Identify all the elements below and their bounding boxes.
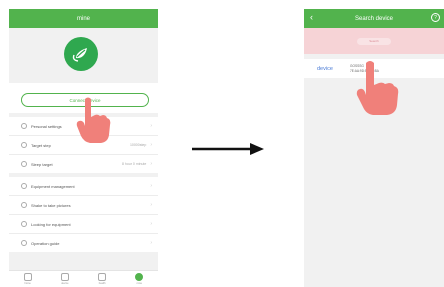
footsteps-icon: [21, 142, 27, 148]
chevron-right-icon: ›: [150, 142, 152, 148]
help-icon[interactable]: ?: [431, 13, 440, 22]
device-row-label: device: [317, 65, 333, 72]
chevron-right-icon: ›: [150, 183, 152, 189]
chevron-right-icon: ›: [150, 123, 152, 129]
app-logo-icon: [64, 37, 98, 71]
search-device-header: ‹ Search device ?: [304, 9, 444, 28]
equipment-row-management[interactable]: Equipment management ›: [9, 177, 158, 196]
chevron-right-icon: ›: [150, 202, 152, 208]
user-icon: [21, 123, 27, 129]
book-icon: [21, 240, 27, 246]
tab-health[interactable]: health: [94, 272, 110, 286]
equipment-group: Equipment management › Shake to take pic…: [9, 177, 158, 252]
person-icon: [135, 273, 144, 281]
tab-label: device: [61, 282, 69, 285]
chevron-right-icon: ›: [150, 221, 152, 227]
camera-icon: [21, 202, 27, 208]
target-step-value: 10000step: [129, 143, 147, 147]
heart-icon: [98, 273, 107, 281]
bottom-tab-bar: home device health mine: [9, 270, 158, 287]
search-icon: [21, 221, 27, 227]
settings-row-label: Sleep target: [31, 161, 53, 167]
moon-icon: [21, 161, 27, 167]
sleep-target-value: 8 hour 0 minute: [122, 162, 147, 166]
tab-label: health: [98, 282, 106, 285]
search-status-text: Search: [369, 39, 379, 43]
equipment-row-guide[interactable]: Operation guide ›: [9, 234, 158, 252]
tab-mine[interactable]: mine: [131, 272, 147, 286]
home-icon: [23, 273, 32, 281]
settings-row-label: Target step: [31, 142, 51, 148]
equipment-row-label: Operation guide: [31, 240, 60, 246]
equipment-row-shake[interactable]: Shake to take pictures ›: [9, 196, 158, 215]
pointing-hand-icon: [76, 97, 111, 143]
mine-screen: mine Connect device Personal settings › …: [9, 9, 158, 287]
gear-icon: [21, 183, 27, 189]
search-device-screen: ‹ Search device ? Search device GOSSSG 7…: [304, 9, 444, 287]
equipment-row-looking[interactable]: Looking for equipment ›: [9, 215, 158, 234]
settings-row-sleep-target[interactable]: Sleep target 8 hour 0 minute ›: [9, 155, 158, 173]
tab-home[interactable]: home: [20, 272, 36, 286]
watch-icon: [60, 273, 69, 281]
search-banner: Search: [304, 28, 444, 54]
equipment-row-label: Equipment management: [31, 183, 75, 189]
tab-label: home: [24, 282, 31, 285]
search-status-pill: Search: [357, 37, 391, 45]
settings-row-label: Personal settings: [31, 123, 62, 129]
pointing-hand-icon: [356, 61, 399, 115]
chevron-right-icon: ›: [150, 240, 152, 246]
page-title: Search device: [354, 15, 394, 22]
page-title: mine: [76, 15, 90, 22]
tab-device[interactable]: device: [57, 272, 73, 286]
mine-header: mine: [9, 9, 158, 28]
tab-label: mine: [136, 282, 143, 285]
back-icon[interactable]: ‹: [310, 12, 313, 22]
chevron-right-icon: ›: [150, 161, 152, 167]
equipment-row-label: Shake to take pictures: [31, 202, 71, 208]
arrow-right-icon: [192, 143, 264, 155]
equipment-row-label: Looking for equipment: [31, 221, 71, 227]
